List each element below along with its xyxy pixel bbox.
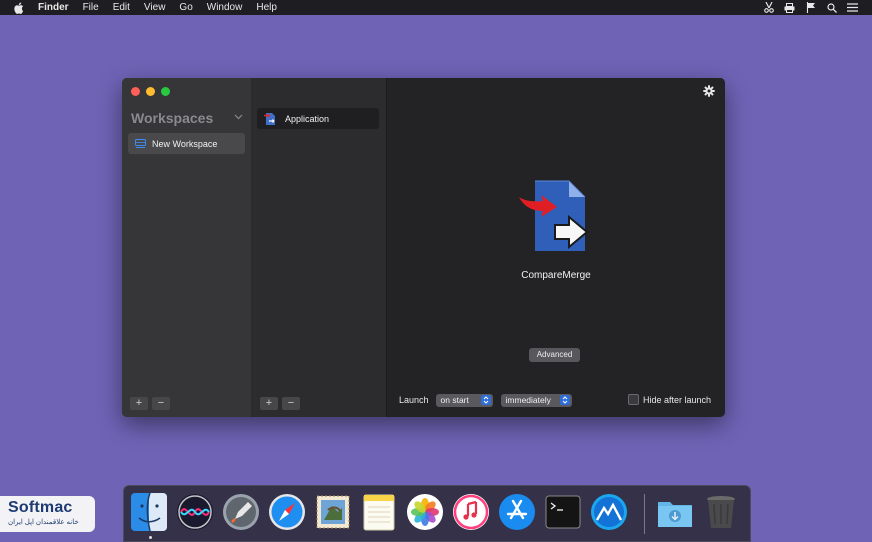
watermark-brand: Softmac bbox=[8, 499, 73, 516]
terminal-icon[interactable] bbox=[544, 492, 582, 532]
workspace-label: New Workspace bbox=[152, 138, 218, 149]
application-item[interactable]: Application bbox=[257, 108, 379, 129]
flag-icon[interactable] bbox=[805, 2, 816, 13]
notes-icon[interactable] bbox=[360, 492, 398, 532]
workspace-add-remove: + − bbox=[130, 397, 170, 410]
list-icon[interactable] bbox=[847, 2, 858, 13]
add-workspace-button[interactable]: + bbox=[130, 397, 148, 410]
menu-view[interactable]: View bbox=[144, 2, 166, 13]
zoom-button[interactable] bbox=[161, 87, 170, 96]
safari-icon[interactable] bbox=[268, 492, 306, 532]
applications-list: Application + − bbox=[252, 78, 387, 417]
siri-icon[interactable] bbox=[176, 492, 214, 532]
remove-workspace-button[interactable]: − bbox=[152, 397, 170, 410]
up-down-arrows-icon bbox=[559, 395, 570, 405]
launchpad-icon[interactable] bbox=[222, 492, 260, 532]
workspaces-title: Workspaces bbox=[131, 110, 214, 126]
trash-icon[interactable] bbox=[702, 492, 740, 532]
menu-help[interactable]: Help bbox=[256, 2, 277, 13]
workspaces-sidebar: Workspaces New Workspace + − bbox=[122, 78, 252, 417]
photos-icon[interactable] bbox=[406, 492, 444, 532]
remove-application-button[interactable]: − bbox=[282, 397, 300, 410]
comparemerge-app-icon bbox=[519, 180, 589, 251]
itunes-icon[interactable] bbox=[452, 492, 490, 532]
mail-icon[interactable] bbox=[314, 492, 352, 532]
app-add-remove: + − bbox=[260, 397, 300, 410]
chevron-down-icon[interactable] bbox=[234, 114, 243, 120]
window-controls bbox=[131, 87, 170, 96]
menu-go[interactable]: Go bbox=[179, 2, 192, 13]
up-down-arrows-icon bbox=[480, 395, 491, 405]
watermark-tagline: خانه علاقمندان اپل ایران bbox=[8, 519, 79, 526]
launch-when-value: on start bbox=[440, 395, 469, 405]
minimize-button[interactable] bbox=[146, 87, 155, 96]
launch-timing-value: immediately bbox=[505, 395, 551, 405]
launch-when-select[interactable]: on start bbox=[435, 393, 493, 407]
comparemerge-small-icon bbox=[264, 112, 275, 125]
advanced-button[interactable]: Advanced bbox=[529, 348, 580, 362]
selected-app-name: CompareMerge bbox=[521, 270, 591, 281]
menu-bar: Finder File Edit View Go Window Help bbox=[0, 0, 872, 15]
softmac-watermark: Softmac خانه علاقمندان اپل ایران bbox=[0, 496, 95, 532]
add-application-button[interactable]: + bbox=[260, 397, 278, 410]
dock-separator bbox=[644, 494, 645, 534]
menu-finder[interactable]: Finder bbox=[38, 2, 69, 13]
hide-after-launch-checkbox[interactable] bbox=[627, 394, 639, 405]
downloads-folder-icon[interactable] bbox=[656, 492, 694, 532]
launch-timing-select[interactable]: immediately bbox=[500, 393, 572, 407]
workspace-icon bbox=[135, 139, 146, 148]
app-window: Workspaces New Workspace + − Application… bbox=[122, 78, 725, 417]
dock bbox=[123, 485, 751, 542]
gear-icon[interactable] bbox=[703, 85, 715, 97]
launch-options: Launch on start immediately bbox=[399, 393, 580, 407]
launch-label: Launch bbox=[399, 395, 429, 405]
app-store-icon[interactable] bbox=[498, 492, 536, 532]
application-label: Application bbox=[285, 113, 330, 124]
scissors-icon[interactable] bbox=[763, 2, 774, 13]
menu-extras bbox=[763, 0, 858, 15]
search-icon[interactable] bbox=[826, 2, 837, 13]
instruments-icon[interactable] bbox=[590, 492, 628, 532]
hide-after-launch-label: Hide after launch bbox=[642, 394, 711, 405]
workspace-item[interactable]: New Workspace bbox=[128, 133, 245, 154]
menu-edit[interactable]: Edit bbox=[113, 2, 130, 13]
apple-menu-icon[interactable] bbox=[12, 2, 26, 14]
finder-icon[interactable] bbox=[130, 492, 168, 532]
running-indicator bbox=[149, 536, 152, 539]
close-button[interactable] bbox=[131, 87, 140, 96]
hide-after-launch-option[interactable]: Hide after launch bbox=[627, 394, 711, 405]
menu-file[interactable]: File bbox=[83, 2, 99, 13]
menu-window[interactable]: Window bbox=[207, 2, 243, 13]
printer-icon[interactable] bbox=[784, 2, 795, 13]
application-detail: CompareMerge Advanced Launch on start im… bbox=[387, 78, 725, 417]
